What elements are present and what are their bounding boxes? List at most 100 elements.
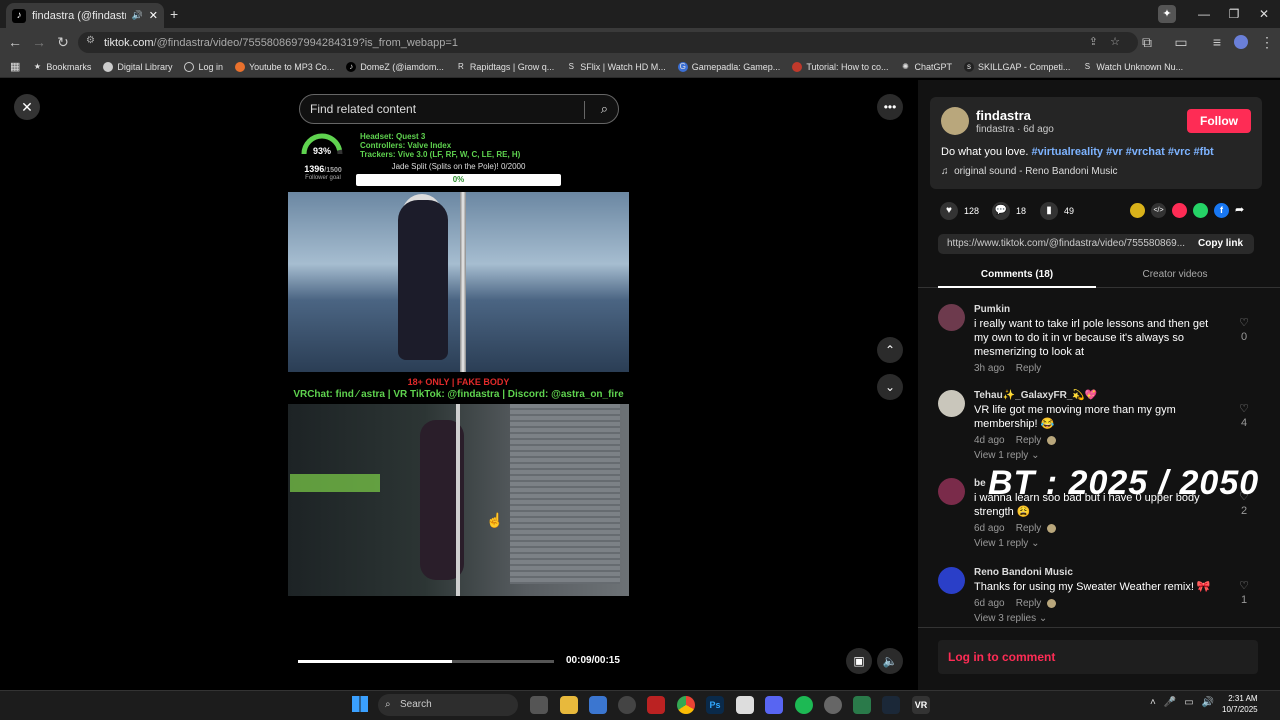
photoshop-icon[interactable]: Ps xyxy=(706,696,724,714)
search-icon[interactable]: ⌕ xyxy=(601,101,608,117)
search-input[interactable]: Find related content ⌕ xyxy=(299,94,619,124)
reply-button[interactable]: Reply xyxy=(1016,435,1042,446)
commenter-name[interactable]: Tehau✨_GalaxyFR_💫💖 xyxy=(974,390,1214,401)
author-avatar[interactable] xyxy=(941,107,969,135)
reply-button[interactable]: Reply xyxy=(1016,363,1042,374)
like-button[interactable]: ♥ 128 xyxy=(940,202,979,220)
minimize-button[interactable]: — xyxy=(1190,4,1218,24)
whatsapp-icon[interactable] xyxy=(1193,203,1208,218)
bookmark-item[interactable]: Tutorial: How to co... xyxy=(792,61,889,72)
copy-link-button[interactable]: Copy link xyxy=(1198,238,1243,249)
comment-button[interactable]: 💬 18 xyxy=(992,202,1026,220)
view-replies[interactable]: View 3 replies ⌄ xyxy=(974,613,1214,624)
view-replies[interactable]: View 1 reply ⌄ xyxy=(974,450,1214,461)
comment-like-count: 4 xyxy=(1240,417,1248,429)
follow-button[interactable]: Follow xyxy=(1187,109,1251,133)
reply-button[interactable]: Reply xyxy=(1016,523,1042,534)
bookmark-item[interactable]: ✺ ChatGPT xyxy=(901,62,952,72)
new-tab-button[interactable]: + xyxy=(170,6,178,22)
bookmark-item[interactable]: Digital Library xyxy=(103,61,172,72)
trackers-text: Trackers: Vive 3.0 (LF, RF, W, C, LE, RE… xyxy=(360,150,521,159)
facebook-icon[interactable]: f xyxy=(1214,203,1229,218)
maximize-button[interactable]: ❐ xyxy=(1220,4,1248,24)
commenter-name[interactable]: Reno Bandoni Music xyxy=(974,567,1214,578)
speaker-icon[interactable]: 🔊 xyxy=(132,10,143,21)
bookmark-item[interactable]: R Rapidtags | Grow q... xyxy=(456,62,554,72)
extensions-icon[interactable]: ⧉ xyxy=(1138,34,1156,51)
steam-icon[interactable] xyxy=(882,696,900,714)
close-tab-icon[interactable]: ✕ xyxy=(149,9,158,22)
more-options-icon[interactable]: ••• xyxy=(877,94,903,120)
app-icon[interactable] xyxy=(824,696,842,714)
apps-icon[interactable]: ▦ xyxy=(10,60,20,73)
discord-icon[interactable] xyxy=(765,696,783,714)
spotify-icon[interactable] xyxy=(795,696,813,714)
bookmark-item[interactable]: G Gamepadla: Gamep... xyxy=(677,61,780,72)
clock[interactable]: 2:31 AM 10/7/2025 xyxy=(1222,693,1258,715)
install-icon[interactable]: ⇪ xyxy=(1089,35,1098,48)
bookmark-item[interactable]: ♪ DomeZ (@iamdom... xyxy=(346,61,444,72)
commenter-avatar[interactable] xyxy=(938,478,965,505)
tab-comments[interactable]: Comments (18) xyxy=(938,269,1096,288)
login-to-comment[interactable]: Log in to comment xyxy=(938,640,1258,674)
follower-goal-label: Follower goal xyxy=(305,175,341,181)
share-row: </> f ➦ xyxy=(1130,203,1244,218)
sound-line[interactable]: ♫ original sound - Reno Bandoni Music xyxy=(941,166,1118,177)
back-button[interactable]: ← xyxy=(6,34,24,50)
taskbar-search[interactable]: ⌕ Search xyxy=(378,694,518,716)
volume-icon[interactable]: 🔈 xyxy=(877,648,903,674)
bookmark-item[interactable]: ★ Bookmarks xyxy=(32,62,92,72)
xbox-icon[interactable] xyxy=(853,696,871,714)
commenter-avatar[interactable] xyxy=(938,567,965,594)
vr-icon[interactable]: VR xyxy=(912,696,930,714)
bookmark-star-icon[interactable]: ☆ xyxy=(1110,35,1120,48)
app-icon[interactable] xyxy=(647,696,665,714)
menu-icon[interactable]: ⋮ xyxy=(1258,34,1276,51)
hashtags[interactable]: #virtualreality #vr #vrchat #vrc #fbt xyxy=(1032,146,1214,158)
bookmark-item[interactable]: S Watch Unknown Nu... xyxy=(1082,62,1183,72)
task-view-icon[interactable] xyxy=(530,696,548,714)
file-explorer-icon[interactable] xyxy=(560,696,578,714)
bookmark-item[interactable]: Log in xyxy=(184,61,223,72)
comment-like[interactable]: ♡ 4 xyxy=(1234,402,1254,429)
profile-avatar[interactable] xyxy=(1234,35,1248,49)
system-tray[interactable]: ˄🎤▭🔊 xyxy=(1150,697,1222,708)
next-video-button[interactable]: ⌄ xyxy=(877,374,903,400)
close-window-button[interactable]: ✕ xyxy=(1250,4,1278,24)
media-icon[interactable]: ≡ xyxy=(1208,34,1226,50)
controllers-text: Controllers: Valve Index xyxy=(360,141,452,150)
commenter-avatar[interactable] xyxy=(938,390,965,417)
app-icon[interactable] xyxy=(618,696,636,714)
close-icon[interactable]: ✕ xyxy=(14,94,40,120)
bookmark-item[interactable]: Youtube to MP3 Co... xyxy=(234,61,334,72)
commenter-name[interactable]: Pumkin xyxy=(974,304,1214,315)
friends-icon[interactable] xyxy=(1130,203,1145,218)
site-info-icon[interactable]: ⚙ xyxy=(86,35,95,46)
store-icon[interactable] xyxy=(589,696,607,714)
video-progress-bar[interactable] xyxy=(298,660,554,663)
chrome-icon[interactable] xyxy=(677,696,695,714)
embed-icon[interactable]: </> xyxy=(1151,203,1166,218)
comment-like[interactable]: ♡ 0 xyxy=(1234,316,1254,343)
windows-start-icon[interactable] xyxy=(352,696,368,712)
address-bar[interactable]: ⚙ tiktok.com/@findastra/video/7555808697… xyxy=(78,32,1138,53)
bookmark-item[interactable]: S SFlix | Watch HD M... xyxy=(566,62,666,72)
reply-button[interactable]: Reply xyxy=(1016,598,1042,609)
gemini-icon[interactable]: ✦ xyxy=(1158,5,1176,23)
sidepanel-icon[interactable]: ▭ xyxy=(1172,34,1190,51)
send-icon[interactable] xyxy=(1172,203,1187,218)
pip-icon[interactable]: ▣ xyxy=(846,648,872,674)
app-icon[interactable] xyxy=(736,696,754,714)
reload-button[interactable]: ↻ xyxy=(54,34,72,51)
tab-creator-videos[interactable]: Creator videos xyxy=(1098,269,1252,280)
view-replies[interactable]: View 1 reply ⌄ xyxy=(974,538,1214,549)
author-name[interactable]: findastra xyxy=(976,108,1031,123)
save-button[interactable]: ▮ 49 xyxy=(1040,202,1074,220)
share-icon[interactable]: ➦ xyxy=(1235,203,1244,218)
comment-like[interactable]: ♡ 1 xyxy=(1234,579,1254,606)
commenter-avatar[interactable] xyxy=(938,304,965,331)
bookmark-item[interactable]: s SKILLGAP - Competi... xyxy=(964,61,1070,72)
forward-button[interactable]: → xyxy=(30,34,48,50)
previous-video-button[interactable]: ⌃ xyxy=(877,337,903,363)
browser-tab[interactable]: ♪ findastra (@findastra) | TikT... 🔊 ✕ xyxy=(6,3,164,28)
